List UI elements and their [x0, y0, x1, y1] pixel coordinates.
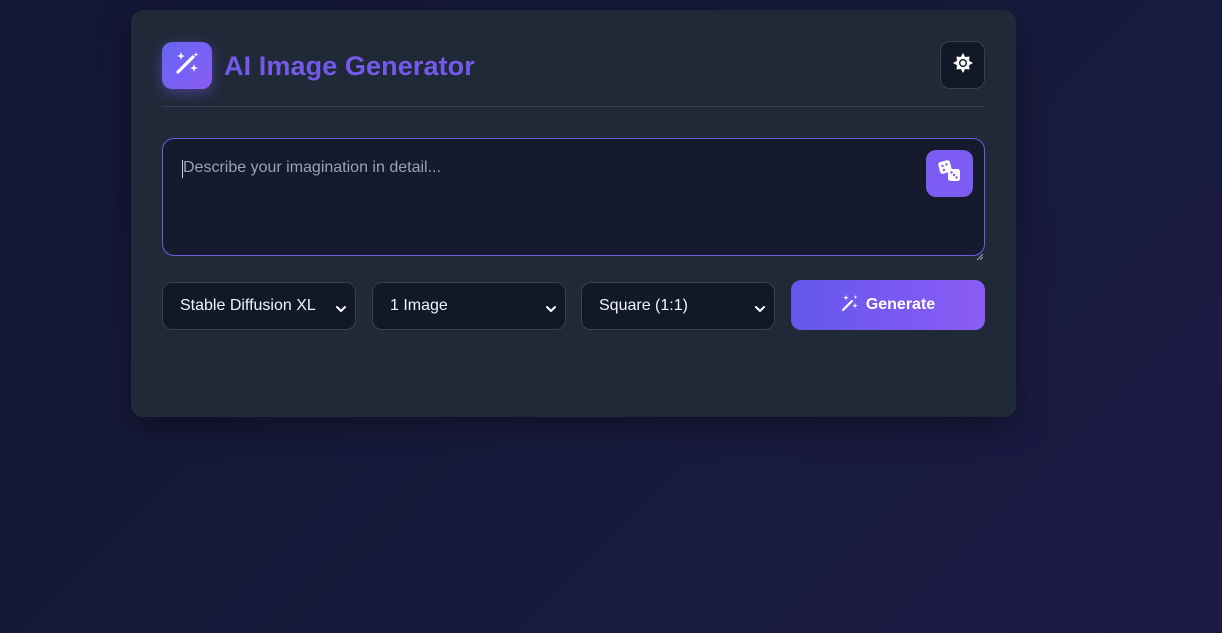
generator-card: AI Image Generator Describe your imagina…	[131, 10, 1016, 417]
magic-wand-icon	[841, 294, 859, 317]
model-select-value: Stable Diffusion XL	[180, 297, 316, 314]
header: AI Image Generator	[162, 41, 985, 107]
text-caret	[182, 160, 183, 178]
theme-toggle-button[interactable]	[940, 41, 985, 89]
chevron-down-icon	[335, 301, 347, 319]
page-title: AI Image Generator	[224, 51, 475, 81]
logo	[162, 42, 212, 89]
chevron-down-icon	[754, 301, 766, 319]
aspect-ratio-select-value: Square (1:1)	[599, 297, 688, 314]
model-select[interactable]: Stable Diffusion XL	[162, 282, 356, 330]
resize-handle[interactable]	[976, 247, 984, 261]
dice-icon	[937, 158, 963, 189]
chevron-down-icon	[545, 301, 557, 319]
generate-button-label: Generate	[865, 296, 936, 313]
sun-icon	[952, 52, 974, 79]
prompt-area	[162, 138, 985, 261]
aspect-ratio-select[interactable]: Square (1:1)	[581, 282, 775, 330]
image-count-select[interactable]: 1 Image	[372, 282, 566, 330]
image-count-select-value: 1 Image	[390, 297, 448, 314]
generate-button[interactable]: Generate	[791, 280, 985, 330]
random-prompt-button[interactable]	[926, 150, 973, 197]
magic-wand-sparkles-icon	[173, 49, 201, 82]
prompt-textarea[interactable]	[162, 138, 985, 256]
